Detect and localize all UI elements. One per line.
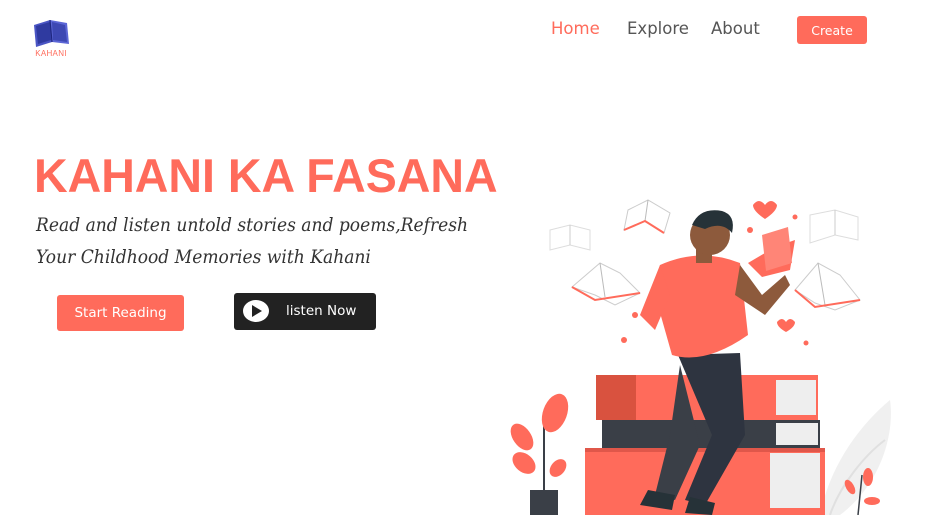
nav-about-link[interactable]: About [711,19,760,38]
create-button[interactable]: Create [797,16,867,44]
floating-book-4 [809,209,859,244]
hero-title: KAHANI KA FASANA [34,149,498,202]
nav-home-link[interactable]: Home [551,19,600,38]
floating-book-5 [794,262,861,311]
brand-name: KAHANI [35,49,67,58]
listen-now-button[interactable]: listen Now [234,293,376,330]
start-reading-button[interactable]: Start Reading [57,295,184,331]
brand-logo[interactable]: KAHANI [30,16,72,58]
floating-book-1 [549,224,591,251]
floating-book-2 [623,199,671,234]
floating-book-3 [571,262,641,306]
reading-illustration [510,199,891,515]
book-icon [34,19,69,47]
hero-subtitle: Read and listen untold stories and poems… [36,214,469,268]
listen-now-label: listen Now [286,303,357,319]
play-icon [243,300,269,322]
nav-explore-link[interactable]: Explore [627,19,689,38]
